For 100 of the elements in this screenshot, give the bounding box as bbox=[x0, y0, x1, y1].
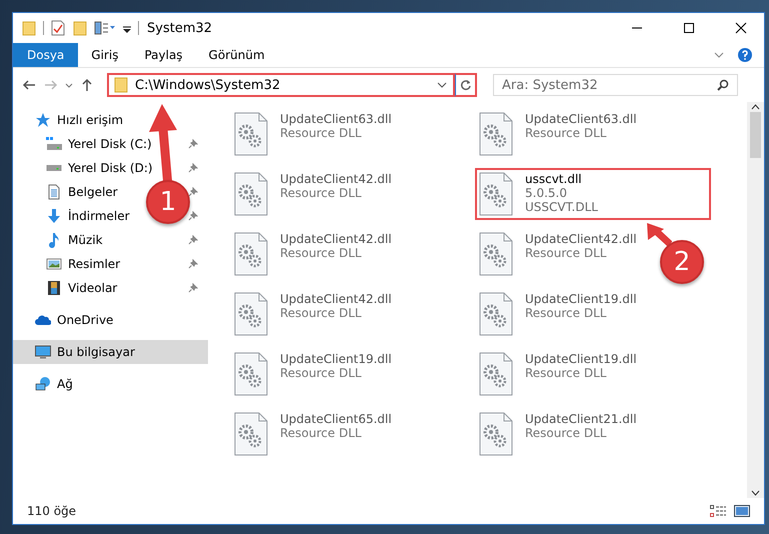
sidebar-item[interactable]: Müzik bbox=[13, 228, 109, 252]
sidebar-item[interactable]: Videolar bbox=[13, 276, 124, 300]
close-icon[interactable] bbox=[735, 22, 747, 34]
ribbon-tab[interactable]: Paylaş bbox=[131, 43, 196, 67]
dll-file-icon bbox=[234, 172, 268, 216]
refresh-icon[interactable] bbox=[460, 79, 472, 91]
sidebar-item[interactable]: Hızlı erişim bbox=[13, 108, 130, 132]
file-item[interactable]: UpdateClient19.dll Resource DLL bbox=[475, 348, 641, 400]
file-item[interactable]: UpdateClient42.dll Resource DLL bbox=[230, 168, 396, 220]
film-icon bbox=[46, 280, 62, 296]
pin-icon[interactable] bbox=[188, 283, 198, 293]
file-detail: Resource DLL bbox=[280, 366, 362, 380]
sidebar-item[interactable]: Bu bilgisayar bbox=[13, 340, 208, 364]
ribbon-tab[interactable]: Dosya bbox=[13, 43, 78, 67]
dll-file-icon bbox=[234, 232, 268, 276]
view-options-icon[interactable] bbox=[94, 20, 116, 36]
file-detail: Resource DLL bbox=[280, 246, 362, 260]
search-field[interactable]: Ara: System32 bbox=[493, 74, 738, 96]
file-name: UpdateClient21.dll bbox=[525, 412, 637, 426]
dll-file-icon bbox=[234, 412, 268, 456]
search-icon[interactable] bbox=[717, 79, 729, 91]
network-icon bbox=[35, 376, 51, 392]
file-detail: Resource DLL bbox=[525, 246, 608, 260]
scroll-up-icon[interactable] bbox=[751, 104, 760, 110]
download-arrow-icon bbox=[46, 208, 62, 224]
sidebar-item[interactable]: Belgeler bbox=[13, 180, 124, 204]
help-icon[interactable] bbox=[738, 48, 752, 62]
file-item[interactable]: UpdateClient42.dll Resource DLL bbox=[230, 228, 396, 280]
drive-icon bbox=[46, 136, 62, 152]
file-detail: USSCVT.DLL bbox=[525, 200, 598, 214]
dll-file-icon bbox=[234, 352, 268, 396]
file-item[interactable]: UpdateClient42.dll Resource DLL bbox=[475, 228, 641, 280]
drive-icon bbox=[46, 165, 62, 171]
minimize-icon[interactable] bbox=[631, 27, 643, 29]
file-item[interactable]: UpdateClient63.dll Resource DLL bbox=[475, 108, 641, 160]
dropdown-caret-icon[interactable] bbox=[437, 81, 447, 89]
file-name: UpdateClient42.dll bbox=[280, 172, 392, 186]
file-detail: Resource DLL bbox=[525, 126, 608, 140]
expand-ribbon-icon[interactable] bbox=[714, 51, 724, 59]
pin-icon[interactable] bbox=[188, 235, 198, 245]
file-detail: Resource DLL bbox=[280, 186, 362, 200]
sidebar-item[interactable]: Yerel Disk (D:) bbox=[13, 156, 159, 180]
file-name: UpdateClient19.dll bbox=[525, 292, 637, 306]
file-item[interactable]: UpdateClient19.dll Resource DLL bbox=[230, 348, 396, 400]
sidebar-item[interactable]: Yerel Disk (C:) bbox=[13, 132, 158, 156]
scroll-thumb[interactable] bbox=[750, 112, 761, 158]
pin-icon[interactable] bbox=[188, 211, 198, 221]
pin-icon[interactable] bbox=[188, 259, 198, 269]
pin-icon[interactable] bbox=[188, 139, 198, 149]
pin-icon[interactable] bbox=[188, 163, 198, 173]
sidebar-item[interactable]: İndirmeler bbox=[13, 204, 136, 228]
dll-file-icon bbox=[234, 292, 268, 336]
scroll-down-icon[interactable] bbox=[751, 490, 760, 496]
file-item[interactable]: UpdateClient19.dll Resource DLL bbox=[475, 288, 641, 340]
file-name: UpdateClient42.dll bbox=[525, 232, 637, 246]
ribbon-tab[interactable]: Giriş bbox=[78, 43, 132, 67]
file-detail: Resource DLL bbox=[525, 306, 608, 320]
file-detail: 5.0.5.0 bbox=[525, 186, 568, 200]
sidebar-item[interactable]: OneDrive bbox=[13, 308, 120, 332]
picture-icon bbox=[46, 256, 62, 272]
file-detail: Resource DLL bbox=[525, 426, 608, 440]
file-name: UpdateClient65.dll bbox=[280, 412, 392, 426]
file-item[interactable]: UpdateClient63.dll Resource DLL bbox=[230, 108, 396, 160]
sidebar-item[interactable]: Resimler bbox=[13, 252, 126, 276]
details-view-icon[interactable] bbox=[710, 505, 726, 517]
document-icon bbox=[46, 184, 62, 200]
maximize-icon[interactable] bbox=[683, 22, 695, 34]
file-detail: Resource DLL bbox=[280, 426, 362, 440]
file-detail: Resource DLL bbox=[525, 366, 608, 380]
dll-file-icon bbox=[234, 112, 268, 156]
file-name: usscvt.dll bbox=[525, 172, 583, 186]
file-item[interactable]: UpdateClient65.dll Resource DLL bbox=[230, 408, 396, 460]
ribbon-tab[interactable]: Görünüm bbox=[196, 43, 278, 67]
sidebar-item[interactable]: Ağ bbox=[13, 372, 79, 396]
file-name: UpdateClient63.dll bbox=[525, 112, 637, 126]
pin-icon[interactable] bbox=[188, 187, 198, 197]
computer-icon bbox=[35, 344, 51, 360]
properties-icon[interactable] bbox=[50, 20, 66, 36]
folder-icon bbox=[113, 77, 129, 93]
file-detail: Resource DLL bbox=[280, 126, 362, 140]
file-name: UpdateClient19.dll bbox=[280, 352, 392, 366]
file-item[interactable]: UpdateClient21.dll Resource DLL bbox=[475, 408, 641, 460]
item-count: 110 öğe bbox=[27, 504, 78, 518]
scrollbar[interactable] bbox=[747, 102, 764, 498]
file-item[interactable]: usscvt.dll 5.0.5.0 USSCVT.DLL bbox=[475, 168, 711, 220]
file-name: UpdateClient42.dll bbox=[280, 292, 392, 306]
dll-file-icon bbox=[479, 352, 513, 396]
address-field[interactable]: C:\Windows\System32 bbox=[107, 73, 455, 97]
large-icons-view-icon[interactable] bbox=[734, 505, 750, 517]
star-icon bbox=[35, 112, 51, 128]
dll-file-icon bbox=[479, 112, 513, 156]
dll-file-icon bbox=[479, 412, 513, 456]
dll-file-icon bbox=[479, 172, 513, 216]
window-title: System32 bbox=[147, 20, 214, 36]
dll-file-icon bbox=[479, 232, 513, 276]
pointer-arrow bbox=[646, 222, 672, 246]
file-name: UpdateClient42.dll bbox=[280, 232, 392, 246]
dll-file-icon bbox=[479, 292, 513, 336]
file-item[interactable]: UpdateClient42.dll Resource DLL bbox=[230, 288, 396, 340]
file-name: UpdateClient63.dll bbox=[280, 112, 392, 126]
